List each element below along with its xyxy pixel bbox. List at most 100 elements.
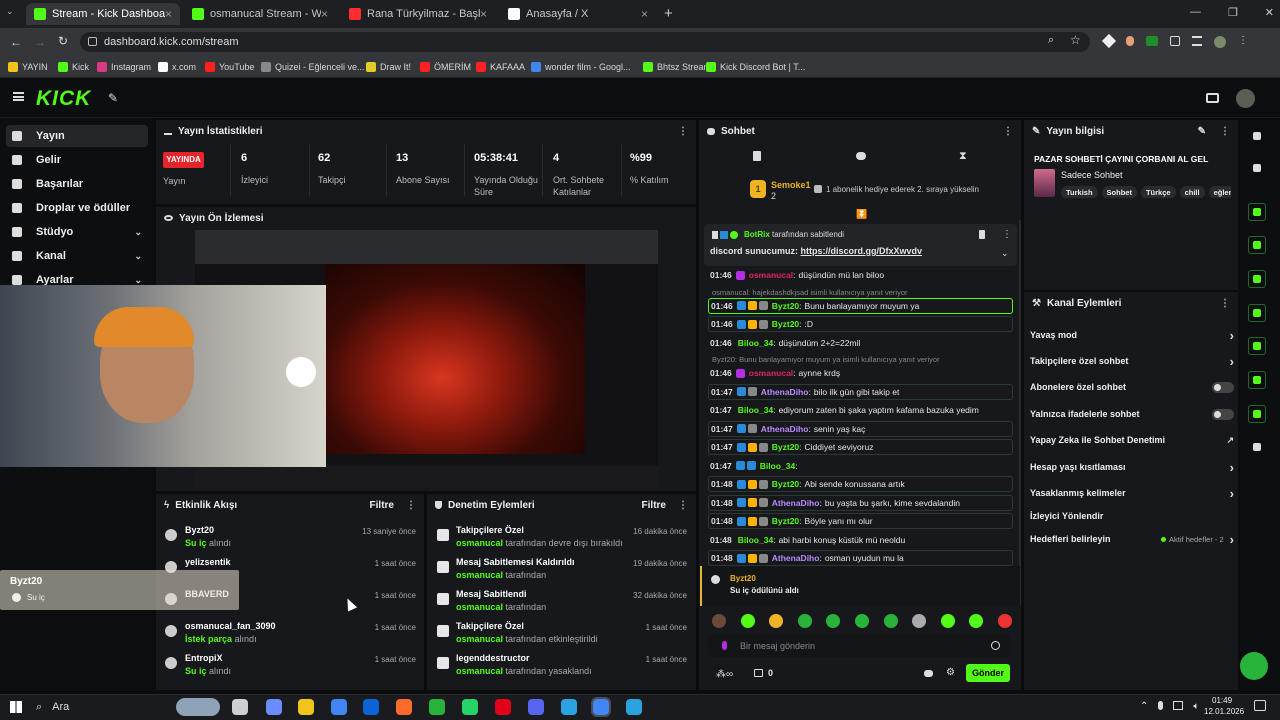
bookmark-item[interactable]: wonder film - Googl... <box>531 56 631 78</box>
chat-icon[interactable] <box>856 152 866 160</box>
points-icon[interactable]: ⁂∞ <box>716 669 733 680</box>
more-icon[interactable]: ⋮ <box>406 500 416 511</box>
emote-icon[interactable] <box>883 614 898 628</box>
bookmark-item[interactable]: Draw It! <box>366 56 411 78</box>
close-tab-icon[interactable]: × <box>321 7 328 21</box>
message-user[interactable]: osmanucal <box>749 368 793 378</box>
chest-icon[interactable] <box>754 669 763 677</box>
share-icon[interactable] <box>1248 438 1266 456</box>
more-icon[interactable]: ⋮ <box>678 500 688 511</box>
activity-row[interactable]: EntropiX Su iç alındı 1 saat önce <box>165 653 416 685</box>
emote-icon[interactable] <box>912 614 927 628</box>
taskbar-app-icon[interactable] <box>495 699 511 715</box>
minimize-icon[interactable]: — <box>1190 6 1201 19</box>
windows-start-icon[interactable] <box>10 701 22 713</box>
bookmark-item[interactable]: ÖMERİM <box>420 56 471 78</box>
new-tab-button[interactable]: + <box>664 5 673 22</box>
message-user[interactable]: Biloo_34 <box>738 535 773 545</box>
bookmark-item[interactable]: Quizei - Eğlenceli ve... <box>261 56 365 78</box>
chat-message[interactable]: 01:47 Biloo_34: <box>708 458 1013 474</box>
message-user[interactable]: AthenaDiho <box>761 424 809 434</box>
taskbar-app-icon[interactable] <box>591 697 611 717</box>
chat-message[interactable]: 01:47 Byzt20: Ciddiyet seviyoruz <box>708 439 1013 455</box>
toggle-switch[interactable] <box>1212 408 1234 420</box>
taskbar-app-icon[interactable] <box>626 699 642 715</box>
activity-row[interactable]: Byzt20 Su iç alındı 13 saniye önce <box>165 525 416 557</box>
channel-action-item[interactable]: Yasaklanmış kelimeler › <box>1030 485 1234 501</box>
send-button[interactable]: Gönder <box>966 664 1010 682</box>
pinned-by[interactable]: BotRix <box>744 230 770 239</box>
sidebar-item[interactable]: Stüdyo ⌄ <box>6 221 148 243</box>
clock-date[interactable]: 12.01.2026 <box>1204 707 1244 716</box>
moderation-filter-button[interactable]: Filtre <box>642 500 666 511</box>
chat-message[interactable]: 01:48 Byzt20: Abi sende konussana artık <box>708 476 1013 492</box>
pencil-icon[interactable] <box>1248 159 1266 177</box>
more-icon[interactable]: ⋮ <box>1220 126 1230 137</box>
message-user[interactable]: Biloo_34 <box>738 405 773 415</box>
browser-menu-icon[interactable]: ⌄ <box>6 6 22 22</box>
notification-icon[interactable] <box>1254 700 1266 711</box>
taskbar-app-icon[interactable] <box>266 699 282 715</box>
chevron-right-icon[interactable]: › <box>1230 328 1234 343</box>
message-user[interactable]: AthenaDiho <box>772 498 820 508</box>
emoji-icon[interactable] <box>991 641 1000 650</box>
bookmark-item[interactable]: x.com <box>158 56 196 78</box>
taskbar-app-icon[interactable] <box>331 699 347 715</box>
message-user[interactable]: Biloo_34 <box>760 461 795 471</box>
hourglass-icon[interactable]: ⧗ <box>959 151 967 162</box>
moderation-row[interactable]: Mesaj Sabitlendi osmanucal tarafından 32 d… <box>437 589 687 621</box>
activity-filter-button[interactable]: Filtre <box>370 500 394 511</box>
message-user[interactable]: AthenaDiho <box>772 553 820 563</box>
channel-action-item[interactable]: Yalnızca ifadelerle sohbet <box>1030 406 1234 422</box>
hamburger-menu-icon[interactable] <box>13 92 24 101</box>
chat-scrollbar[interactable] <box>1019 220 1021 605</box>
browser-tab[interactable]: Stream - Kick Dashboard × <box>26 3 180 25</box>
message-user[interactable]: Byzt20 <box>772 301 799 311</box>
bookmark-item[interactable]: Instagram <box>97 56 151 78</box>
chat-fab-icon[interactable] <box>1240 652 1268 680</box>
channel-action-item[interactable]: Takipçilere özel sohbet › <box>1030 353 1234 369</box>
channel-action-item[interactable]: Hedefleri belirleyin Aktif hedefler - 2 › <box>1030 531 1234 547</box>
extension-icon[interactable] <box>1101 33 1117 49</box>
expand-chevron-icon[interactable]: ⌄ <box>1001 248 1009 259</box>
reload-icon[interactable]: ↻ <box>58 34 68 48</box>
browser-tab[interactable]: osmanucal Stream - Watch Live× <box>184 3 336 25</box>
pin-tool-icon[interactable]: ✎ <box>108 91 118 105</box>
chat-message[interactable]: 01:46 Biloo_34: düşündüm 2+2=22mil <box>708 335 1013 351</box>
more-icon[interactable]: ⋮ <box>1220 298 1230 309</box>
moderation-row[interactable]: Takipçilere Özel osmanucal tarafından etk… <box>437 621 687 653</box>
studio-icon[interactable] <box>1206 93 1219 103</box>
kick-logo[interactable]: KICK <box>36 87 91 111</box>
close-tab-icon[interactable]: × <box>165 7 172 21</box>
moderation-row[interactable]: legenddestructor osmanucal tarafından yas… <box>437 653 687 685</box>
bolt-icon[interactable] <box>1248 236 1266 254</box>
url-field[interactable]: dashboard.kick.com/stream <box>80 32 1090 52</box>
chevron-down-icon[interactable]: ⌄ <box>134 251 142 262</box>
clock-time[interactable]: 01:49 <box>1212 696 1232 705</box>
top-gifter-name[interactable]: Semoke1 <box>771 180 811 190</box>
message-user[interactable]: Byzt20 <box>772 319 799 329</box>
channel-action-item[interactable]: Yapay Zeka ile Sohbet Denetimi ↗ <box>1030 432 1234 448</box>
fullscreen-icon[interactable] <box>1248 203 1266 221</box>
chat-message[interactable]: 01:47 AthenaDiho: bilo ilk gün gibi takip … <box>708 383 1013 400</box>
bookmark-item[interactable]: YouTube <box>205 56 254 78</box>
chat-icon[interactable] <box>1248 304 1266 322</box>
category-thumbnail[interactable] <box>1034 169 1055 197</box>
sidebar-item[interactable]: Kanal ⌄ <box>6 245 148 267</box>
close-tab-icon[interactable]: × <box>641 7 648 21</box>
chevron-down-icon[interactable]: ⌄ <box>134 275 142 286</box>
chat-options-icon[interactable] <box>924 670 933 677</box>
emote-icon[interactable] <box>826 614 841 628</box>
extensions-area[interactable]: ⋮ <box>1101 33 1248 49</box>
taskbar-app-icon[interactable] <box>363 699 379 715</box>
edit-icon[interactable]: ✎ <box>1198 126 1206 137</box>
network-icon[interactable] <box>1173 701 1184 710</box>
chevron-right-icon[interactable]: › <box>1230 486 1234 501</box>
channel-action-item[interactable]: Hesap yaşı kısıtlaması › <box>1030 459 1234 475</box>
stream-tag[interactable]: Sohbet <box>1101 186 1137 198</box>
window-controls[interactable]: — ❐ ✕ <box>1190 6 1274 19</box>
chat-message[interactable]: 01:46 Byzt20: Bunu banlayamıyor muyum ya <box>708 297 1013 314</box>
stream-tag[interactable]: Türkçe <box>1140 186 1176 198</box>
emote-icon[interactable] <box>969 614 984 628</box>
emote-icon[interactable] <box>769 614 784 628</box>
